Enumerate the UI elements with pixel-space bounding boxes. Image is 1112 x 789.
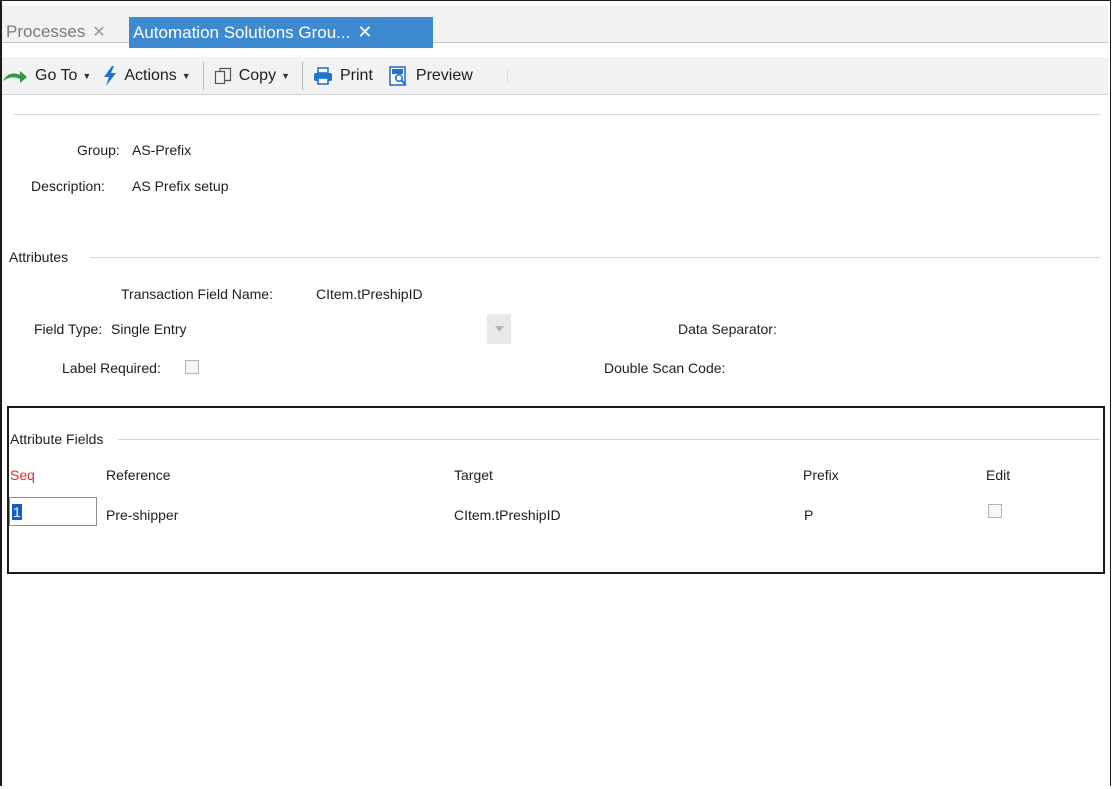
field-type-label: Field Type: bbox=[34, 321, 103, 337]
attribute-fields-section-title: Attribute Fields bbox=[10, 431, 104, 447]
preview-label: Preview bbox=[415, 66, 473, 84]
transaction-field-label: Transaction Field Name: bbox=[121, 286, 273, 302]
description-value: AS Prefix setup bbox=[132, 178, 229, 194]
edit-checkbox[interactable] bbox=[988, 504, 1002, 518]
goto-label: Go To bbox=[35, 66, 78, 84]
field-type-value[interactable]: Single Entry bbox=[111, 321, 186, 337]
column-header-seq[interactable]: Seq bbox=[10, 467, 35, 483]
copy-button[interactable]: Copy ▼ bbox=[214, 62, 290, 90]
data-separator-label: Data Separator: bbox=[678, 321, 777, 337]
tab-strip: Processes ✕ Automation Solutions Grou...… bbox=[2, 6, 1108, 48]
column-header-target[interactable]: Target bbox=[454, 467, 493, 483]
chevron-down-icon: ▼ bbox=[82, 70, 92, 81]
printer-icon bbox=[313, 66, 333, 85]
tab-label: Processes bbox=[6, 21, 86, 41]
transaction-field-value: CItem.tPreshipID bbox=[316, 286, 423, 302]
actions-button[interactable]: Actions ▼ bbox=[103, 62, 191, 90]
tab-processes[interactable]: Processes ✕ bbox=[2, 16, 128, 47]
double-scan-code-label: Double Scan Code: bbox=[604, 360, 726, 376]
prefix-cell[interactable]: P bbox=[804, 507, 813, 523]
toolbar-separator bbox=[202, 61, 204, 90]
seq-input[interactable]: 1 bbox=[9, 497, 97, 526]
field-type-dropdown-button[interactable] bbox=[487, 314, 511, 344]
attributes-divider bbox=[90, 257, 1100, 258]
goto-arrow-icon bbox=[2, 68, 28, 84]
attributes-section-title: Attributes bbox=[9, 249, 69, 265]
copy-icon bbox=[214, 67, 232, 85]
label-required-checkbox[interactable] bbox=[185, 360, 199, 374]
attribute-fields-panel bbox=[7, 406, 1105, 574]
chevron-down-icon bbox=[494, 326, 504, 332]
toolbar: Go To ▼ Actions ▼ Copy ▼ Print Preview bbox=[2, 57, 1108, 95]
chevron-down-icon: ▼ bbox=[181, 70, 191, 81]
tab-label: Automation Solutions Grou... bbox=[133, 22, 351, 42]
lightning-icon bbox=[103, 65, 117, 86]
goto-button[interactable]: Go To ▼ bbox=[2, 62, 91, 90]
preview-button[interactable]: Preview bbox=[389, 62, 473, 90]
toolbar-separator bbox=[506, 67, 508, 84]
group-value: AS-Prefix bbox=[132, 142, 192, 158]
window-frame bbox=[0, 0, 1111, 786]
seq-value: 1 bbox=[12, 503, 22, 520]
toolbar-separator bbox=[302, 61, 303, 90]
tab-automation-solutions-group[interactable]: Automation Solutions Grou... ✕ bbox=[129, 17, 433, 48]
chevron-down-icon: ▼ bbox=[281, 70, 290, 81]
print-label: Print bbox=[340, 66, 373, 84]
header-divider bbox=[13, 114, 1100, 115]
print-button[interactable]: Print bbox=[313, 62, 373, 90]
description-label: Description: bbox=[31, 178, 105, 194]
copy-label: Copy bbox=[238, 66, 277, 84]
attribute-fields-divider bbox=[118, 439, 1100, 440]
target-cell[interactable]: CItem.tPreshipID bbox=[454, 507, 561, 523]
preview-icon bbox=[389, 65, 409, 86]
close-icon[interactable]: ✕ bbox=[92, 22, 105, 42]
reference-cell[interactable]: Pre-shipper bbox=[106, 507, 178, 523]
group-label: Group: bbox=[77, 142, 120, 158]
label-required-label: Label Required: bbox=[62, 360, 161, 376]
close-icon[interactable]: ✕ bbox=[357, 22, 372, 43]
column-header-edit[interactable]: Edit bbox=[986, 467, 1010, 483]
column-header-prefix[interactable]: Prefix bbox=[803, 467, 839, 483]
actions-label: Actions bbox=[124, 66, 177, 84]
column-header-reference[interactable]: Reference bbox=[106, 467, 171, 483]
